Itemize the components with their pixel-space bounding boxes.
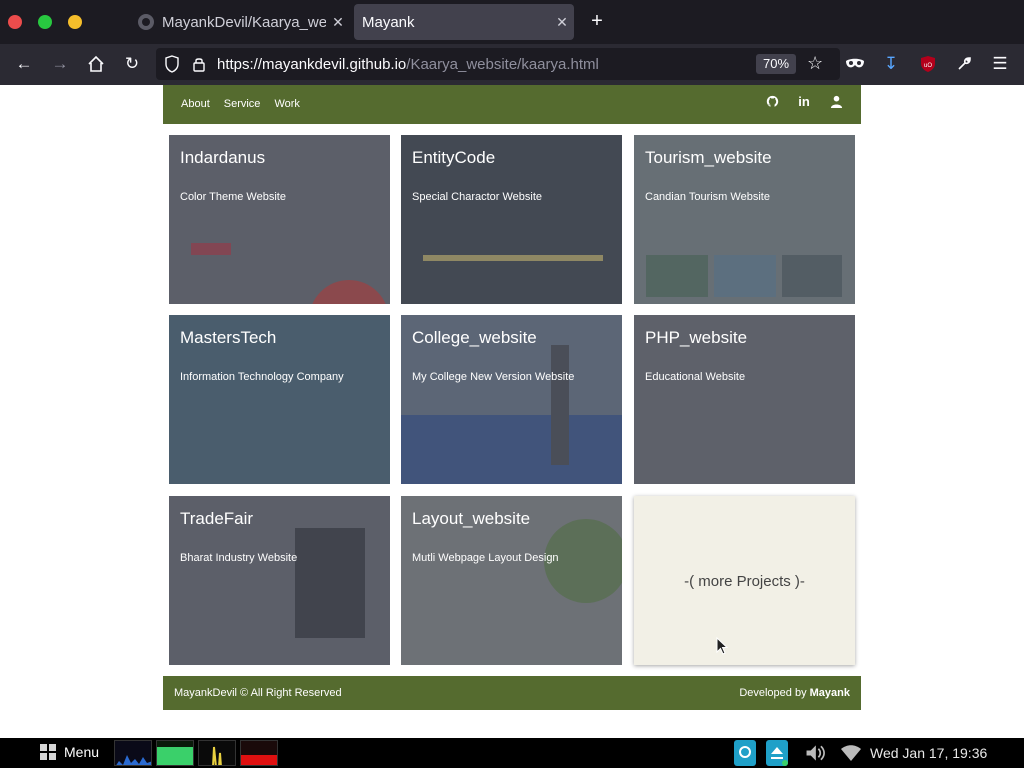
pinned-app-icon[interactable]: [734, 740, 756, 766]
network-monitor-icon[interactable]: [198, 740, 236, 766]
project-description: Information Technology Company: [180, 371, 344, 383]
eject-icon[interactable]: [766, 740, 788, 766]
nav-link-about[interactable]: About: [181, 98, 210, 110]
home-button[interactable]: [84, 52, 108, 76]
footer-credit-prefix: Developed by: [739, 687, 810, 699]
project-card-tradefair[interactable]: TradeFair Bharat Industry Website: [169, 496, 390, 665]
footer-copyright: MayankDevil © All Right Reserved: [174, 687, 342, 699]
project-description: My College New Version Website: [412, 371, 575, 383]
shield-icon[interactable]: [164, 55, 180, 73]
memory-monitor-icon[interactable]: [156, 740, 194, 766]
project-description: Special Charactor Website: [412, 191, 543, 203]
tab-github[interactable]: MayankDevil/Kaarya_web ✕: [128, 4, 350, 40]
close-tab-icon[interactable]: ✕: [550, 14, 574, 31]
github-icon: [138, 14, 154, 30]
nav-link-service[interactable]: Service: [224, 98, 261, 110]
project-card-indardanus[interactable]: Indardanus Color Theme Website: [169, 135, 390, 304]
wifi-icon[interactable]: [840, 740, 862, 766]
github-icon[interactable]: [765, 95, 779, 109]
more-projects-label: -( more Projects )-: [684, 573, 805, 590]
private-mask-icon[interactable]: [843, 52, 867, 76]
window-close-button[interactable]: [8, 15, 22, 29]
project-description: Bharat Industry Website: [180, 552, 298, 564]
more-projects-card[interactable]: -( more Projects )-: [634, 496, 855, 665]
url-path: /Kaarya_website/kaarya.html: [406, 56, 599, 73]
project-title: College_website: [412, 328, 537, 347]
new-tab-button[interactable]: +: [586, 10, 608, 32]
reload-button[interactable]: ↻: [120, 52, 144, 76]
window-maximize-button[interactable]: [38, 15, 52, 29]
forward-button[interactable]: →: [48, 52, 72, 76]
site-navbar: About Service Work in: [163, 85, 861, 124]
downloads-icon[interactable]: ↧: [879, 52, 903, 76]
project-card-tourism[interactable]: Tourism_website Candian Tourism Website: [634, 135, 855, 304]
tab-title: MayankDevil/Kaarya_web: [162, 13, 326, 31]
browser-titlebar: MayankDevil/Kaarya_web ✕ Mayank ✕ +: [0, 0, 1024, 44]
browser-toolbar: ← → ↻ https://mayankdevil.github.io/Kaar…: [0, 44, 1024, 85]
project-title: Layout_website: [412, 509, 531, 528]
nav-link-work[interactable]: Work: [274, 98, 299, 110]
bookmark-star-icon[interactable]: ☆: [807, 53, 823, 74]
url-domain: https://mayankdevil.github.io: [217, 56, 407, 73]
menu-label: Menu: [64, 744, 100, 760]
tab-mayank[interactable]: Mayank ✕: [354, 4, 574, 40]
disk-monitor-icon[interactable]: [240, 740, 278, 766]
url-text[interactable]: https://mayankdevil.github.io/Kaarya_web…: [217, 56, 599, 73]
project-title: EntityCode: [412, 148, 496, 167]
web-page: About Service Work in Indardanus Color T…: [0, 85, 1024, 738]
mouse-cursor-icon: [716, 637, 728, 655]
project-title: Indardanus: [180, 148, 266, 167]
project-card-college[interactable]: College_website My College New Version W…: [401, 315, 622, 484]
taskbar: Menu Wed Jan 17, 19:36: [0, 738, 1024, 768]
project-description: Educational Website: [645, 371, 746, 383]
wrench-icon[interactable]: [952, 52, 976, 76]
linkedin-icon[interactable]: in: [797, 95, 811, 109]
project-title: MastersTech: [180, 328, 277, 347]
volume-icon[interactable]: [804, 740, 826, 766]
project-card-php[interactable]: PHP_website Educational Website: [634, 315, 855, 484]
hamburger-menu-icon[interactable]: ☰: [988, 52, 1012, 76]
footer-author-link[interactable]: Mayank: [810, 687, 850, 699]
project-card-entitycode[interactable]: EntityCode Special Charactor Website: [401, 135, 622, 304]
window-minimize-button[interactable]: [68, 15, 82, 29]
zoom-indicator[interactable]: 70%: [756, 54, 796, 74]
taskbar-clock[interactable]: Wed Jan 17, 19:36: [870, 745, 987, 761]
project-description: Candian Tourism Website: [645, 191, 770, 203]
back-button[interactable]: ←: [12, 52, 36, 76]
project-title: TradeFair: [180, 509, 254, 528]
project-card-layout[interactable]: Layout_website Mutli Webpage Layout Desi…: [401, 496, 622, 665]
project-card-masterstech[interactable]: MastersTech Information Technology Compa…: [169, 315, 390, 484]
project-title: Tourism_website: [645, 148, 772, 167]
user-icon[interactable]: [829, 95, 843, 109]
svg-text:uO: uO: [924, 63, 932, 69]
footer-credit: Developed by Mayank: [739, 687, 850, 699]
close-tab-icon[interactable]: ✕: [326, 14, 350, 31]
project-description: Mutli Webpage Layout Design: [412, 552, 559, 564]
cpu-monitor-icon[interactable]: [114, 740, 152, 766]
start-menu-button[interactable]: Menu: [40, 744, 99, 760]
project-title: PHP_website: [645, 328, 748, 347]
url-bar[interactable]: https://mayankdevil.github.io/Kaarya_web…: [156, 48, 840, 80]
site-footer: MayankDevil © All Right Reserved Develop…: [163, 676, 861, 710]
ublock-icon[interactable]: uO: [916, 52, 940, 76]
lock-icon[interactable]: [192, 56, 206, 72]
project-description: Color Theme Website: [180, 191, 286, 203]
tab-title: Mayank: [362, 13, 415, 31]
menu-grid-icon: [40, 744, 56, 760]
